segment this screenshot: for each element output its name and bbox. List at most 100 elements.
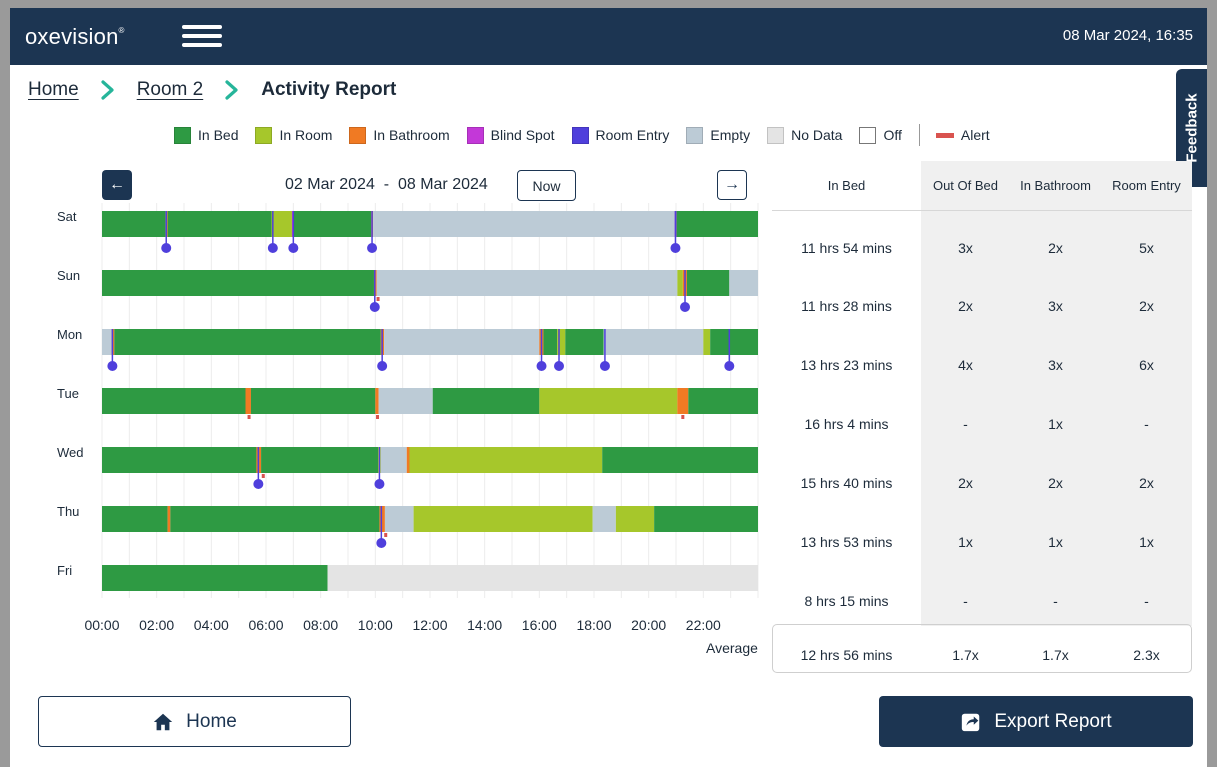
table-cell: 11 hrs 28 mins [801,298,892,314]
timeline-segment [102,388,246,414]
hamburger-menu-icon[interactable] [182,25,222,51]
x-tick-label: 08:00 [303,617,338,633]
legend-swatch [255,126,273,144]
timeline-segment [539,388,678,414]
timeline-segment [603,329,704,355]
room-entry-marker [377,361,388,371]
room-entry-marker [107,361,118,371]
timeline-segment [615,506,655,532]
table-cell: 6x [1139,357,1154,373]
room-entry-marker [367,243,378,253]
home-button-label: Home [186,710,237,732]
column-shade [1010,161,1101,626]
legend: In Bed In Room In Bathroom Blind Spot Room E… [174,124,1007,146]
timeline-segment [413,506,593,532]
timeline-segment [592,506,616,532]
breadcrumb-room-link[interactable]: Room 2 [137,79,204,101]
column-header: In Bed [827,177,866,193]
logo-mark: ® [118,26,125,35]
room-entry-marker [369,302,380,312]
legend-swatch [349,126,367,144]
timeline-segment [261,447,379,473]
average-cell: 2.3x [1133,647,1160,663]
table-cell: 13 hrs 23 mins [800,357,893,373]
timeline-segment [170,506,380,532]
timeline-segment [384,329,540,355]
app-window: oxevision® 08 Mar 2024, 16:35 Home Room … [10,8,1207,767]
room-entry-marker [161,243,172,253]
next-week-button[interactable]: → [717,170,747,200]
timeline-segment [293,211,372,237]
x-tick-label: 16:00 [522,617,557,633]
table-cell: 3x [958,240,973,256]
timeline-segment [432,388,540,414]
timeline-segment [677,388,689,414]
legend-label: In Bathroom [373,127,450,143]
legend-item-in-bed: In Bed [174,126,238,144]
x-tick-label: 12:00 [412,617,447,633]
timeline-segment [102,270,374,296]
legend-item-off: Off [859,126,902,144]
breadcrumb-current: Activity Report [261,79,397,100]
export-report-button[interactable]: Export Report [879,696,1193,747]
home-icon [153,713,173,730]
chevron-right-icon [101,80,114,100]
table-cell: 4x [958,357,973,373]
legend-swatch [174,126,191,144]
day-label: Mon [57,327,82,342]
alert-marker [261,474,265,478]
room-entry-marker [680,302,691,312]
timeline-segment [102,506,168,532]
timeline-segment [379,506,385,532]
arrow-right-icon: → [724,176,740,193]
day-label: Sun [57,268,80,283]
room-entry-marker [599,361,610,371]
timeline-segment [686,270,730,296]
feedback-label: Feedback [1183,93,1200,163]
table-cell: 2x [1139,298,1154,314]
breadcrumb: Home Room 2 Activity Report [28,78,396,102]
average-label: Average [706,640,758,656]
legend-item-empty: Empty [686,126,751,144]
table-cell: 8 hrs 15 mins [804,593,889,609]
legend-divider [918,124,920,146]
legend-item-in-bathroom: In Bathroom [349,126,450,144]
table-cell: 2x [958,475,973,491]
breadcrumb-home-link[interactable]: Home [28,79,79,101]
room-entry-marker [288,243,299,253]
x-tick-label: 14:00 [467,617,502,633]
timeline-segment [602,447,758,473]
timeline-segment [167,211,272,237]
timeline-segment [245,388,251,414]
column-header: In Bathroom [1020,177,1091,193]
x-tick-label: 00:00 [84,617,119,633]
timeline-segment [565,329,604,355]
timeline-segment [543,329,558,355]
table-cell: 15 hrs 40 mins [800,475,893,491]
x-tick-label: 20:00 [631,617,666,633]
timeline-segment [676,211,758,237]
timeline-segment [409,447,603,473]
table-cell: 2x [1139,475,1154,491]
day-label: Fri [57,563,72,578]
table-cell: 3x [1048,298,1063,314]
home-button[interactable]: Home [38,696,351,747]
timeline-segment [710,329,758,355]
table-cell: - [1144,593,1149,609]
legend-item-room-entry: Room Entry [571,126,669,144]
alert-marker [247,415,251,419]
table-cell: - [963,593,968,609]
x-tick-label: 10:00 [358,617,393,633]
table-cell: 1x [958,534,973,550]
start-date: 02 Mar 2024 [285,176,375,193]
now-button[interactable]: Now [517,170,576,201]
timeline-segment [271,211,292,237]
timeline-segment [327,565,758,591]
prev-week-button[interactable]: ← [102,170,132,200]
arrow-left-icon: ← [109,176,125,193]
legend-label: Empty [710,127,751,143]
day-label: Tue [57,386,79,401]
legend-label: No Data [791,127,843,143]
timeline-segment [378,388,433,414]
timeline-segment [114,329,381,355]
